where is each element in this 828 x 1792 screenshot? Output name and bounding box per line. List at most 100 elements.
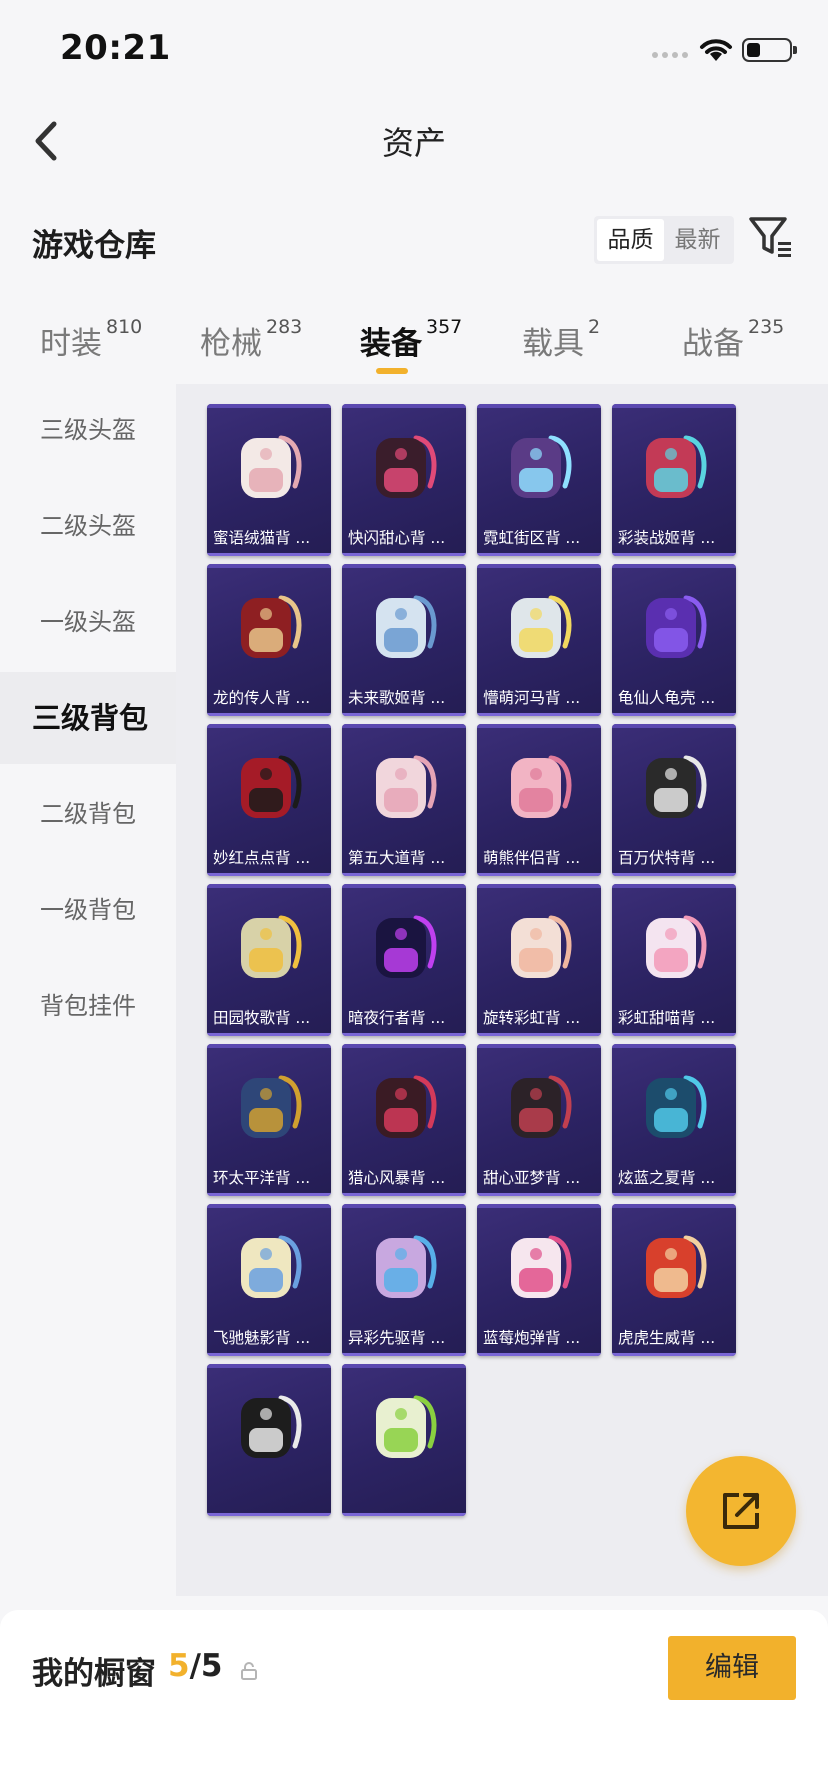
item-card[interactable]: 蜜语绒猫背 ... <box>207 404 331 556</box>
tab-label: 载具 <box>522 326 584 362</box>
item-card[interactable]: 彩虹甜喵背 ... <box>612 884 736 1036</box>
item-name: 田园牧歌背 ... <box>213 1009 311 1027</box>
item-card[interactable]: 彩装战姬背 ... <box>612 404 736 556</box>
item-name: 旋转彩虹背 ... <box>483 1009 581 1027</box>
signal-icon <box>652 52 688 58</box>
backpack-icon <box>646 1075 707 1138</box>
backpack-icon <box>511 915 572 978</box>
item-name: 龟仙人龟壳 ... <box>618 689 716 707</box>
item-name: 甜心亚梦背 ... <box>483 1169 581 1187</box>
sidebar-item-level2-backpack[interactable]: 二级背包 <box>0 768 176 860</box>
backpack-icon <box>241 435 302 498</box>
backpack-icon <box>646 915 707 978</box>
sidebar-item-level1-backpack[interactable]: 一级背包 <box>0 864 176 956</box>
backpack-icon <box>511 1075 572 1138</box>
item-card[interactable]: 未来歌姬背 ... <box>342 564 466 716</box>
showcase-current: 5 <box>168 1648 190 1684</box>
warehouse-title: 游戏仓库 <box>32 228 156 264</box>
backpack-icon <box>241 1075 302 1138</box>
backpack-icon <box>241 755 302 818</box>
item-card[interactable]: 第五大道背 ... <box>342 724 466 876</box>
sidebar-item-level3-helmet[interactable]: 三级头盔 <box>0 384 176 476</box>
item-card[interactable]: 飞驰魅影背 ... <box>207 1204 331 1356</box>
tab-equipment[interactable]: 装备 357 <box>360 316 462 363</box>
item-name: 虎虎生威背 ... <box>618 1329 716 1347</box>
backpack-icon <box>646 1235 707 1298</box>
item-card[interactable]: 炫蓝之夏背 ... <box>612 1044 736 1196</box>
item-card[interactable]: 旋转彩虹背 ... <box>477 884 601 1036</box>
item-card[interactable]: 猎心风暴背 ... <box>342 1044 466 1196</box>
subcategory-sidebar: 三级头盔 二级头盔 一级头盔 三级背包 二级背包 一级背包 背包挂件 <box>0 384 176 1592</box>
tab-count: 235 <box>748 316 785 338</box>
item-card[interactable]: 环太平洋背 ... <box>207 1044 331 1196</box>
item-name: 霓虹街区背 ... <box>483 529 581 547</box>
item-name: 妙红点点背 ... <box>213 849 311 867</box>
backpack-icon <box>376 1235 437 1298</box>
backpack-icon <box>511 755 572 818</box>
tab-count: 810 <box>106 316 143 338</box>
lock-icon <box>241 1662 257 1680</box>
backpack-icon <box>376 755 437 818</box>
item-card[interactable] <box>342 1364 466 1516</box>
backpack-icon <box>646 755 707 818</box>
tab-label: 装备 <box>360 326 422 362</box>
app-screen: 20:21 资产 游戏仓库 品质 最新 时装 810 枪械 283 装备 357… <box>0 0 828 1792</box>
category-tabs: 时装 810 枪械 283 装备 357 载具 2 战备 235 <box>0 312 828 382</box>
sidebar-item-level2-helmet[interactable]: 二级头盔 <box>0 480 176 572</box>
item-name: 飞驰魅影背 ... <box>213 1329 311 1347</box>
backpack-icon <box>376 1395 437 1458</box>
tab-combat-gear[interactable]: 战备 235 <box>682 316 785 363</box>
item-card[interactable]: 龙的传人背 ... <box>207 564 331 716</box>
tab-count: 2 <box>588 316 601 338</box>
backpack-icon <box>376 1075 437 1138</box>
item-card[interactable]: 田园牧歌背 ... <box>207 884 331 1036</box>
wifi-icon <box>700 39 732 61</box>
item-name: 环太平洋背 ... <box>213 1169 311 1187</box>
item-card[interactable] <box>207 1364 331 1516</box>
tab-weapons[interactable]: 枪械 283 <box>200 316 302 363</box>
showcase-separator: / <box>189 1648 201 1684</box>
item-card[interactable]: 暗夜行者背 ... <box>342 884 466 1036</box>
item-name: 彩虹甜喵背 ... <box>618 1009 716 1027</box>
sidebar-item-level1-helmet[interactable]: 一级头盔 <box>0 576 176 668</box>
sidebar-item-backpack-pendant[interactable]: 背包挂件 <box>0 960 176 1052</box>
item-name: 百万伏特背 ... <box>618 849 716 867</box>
tab-vehicles[interactable]: 载具 2 <box>522 316 601 363</box>
item-card[interactable]: 妙红点点背 ... <box>207 724 331 876</box>
item-card[interactable]: 萌熊伴侣背 ... <box>477 724 601 876</box>
filter-icon[interactable] <box>748 214 794 260</box>
edit-button[interactable]: 编辑 <box>668 1636 796 1700</box>
item-name: 暗夜行者背 ... <box>348 1009 446 1027</box>
item-name: 彩装战姬背 ... <box>618 529 716 547</box>
status-time: 20:21 <box>60 28 171 68</box>
backpack-icon <box>376 435 437 498</box>
item-card[interactable]: 龟仙人龟壳 ... <box>612 564 736 716</box>
sort-option-latest[interactable]: 最新 <box>664 219 731 261</box>
item-card[interactable]: 蓝莓炮弹背 ... <box>477 1204 601 1356</box>
tab-fashion[interactable]: 时装 810 <box>40 316 143 363</box>
active-tab-indicator <box>376 368 408 374</box>
backpack-icon <box>241 1395 302 1458</box>
showcase-max: 5 <box>200 1648 223 1684</box>
sidebar-item-level3-backpack[interactable]: 三级背包 <box>0 672 176 764</box>
item-card[interactable]: 快闪甜心背 ... <box>342 404 466 556</box>
tab-label: 时装 <box>40 326 102 362</box>
item-card[interactable]: 甜心亚梦背 ... <box>477 1044 601 1196</box>
item-card[interactable]: 虎虎生威背 ... <box>612 1204 736 1356</box>
backpack-icon <box>646 595 707 658</box>
sort-segmented-control: 品质 最新 <box>594 216 734 264</box>
backpack-icon <box>376 915 437 978</box>
sort-option-quality[interactable]: 品质 <box>597 219 664 261</box>
tab-label: 枪械 <box>200 326 262 362</box>
item-card[interactable]: 懵萌河马背 ... <box>477 564 601 716</box>
backpack-icon <box>511 435 572 498</box>
item-name: 萌熊伴侣背 ... <box>483 849 581 867</box>
item-card[interactable]: 霓虹街区背 ... <box>477 404 601 556</box>
item-grid: 蜜语绒猫背 ... 快闪甜心背 ... 霓虹街区背 ... 彩装战姬背 ... 龙的传人… <box>176 384 828 1596</box>
item-card[interactable]: 异彩先驱背 ... <box>342 1204 466 1356</box>
item-name: 快闪甜心背 ... <box>348 529 446 547</box>
showcase-label: 我的橱窗 <box>32 1656 156 1692</box>
share-button[interactable] <box>686 1456 796 1566</box>
item-card[interactable]: 百万伏特背 ... <box>612 724 736 876</box>
item-name: 异彩先驱背 ... <box>348 1329 446 1347</box>
